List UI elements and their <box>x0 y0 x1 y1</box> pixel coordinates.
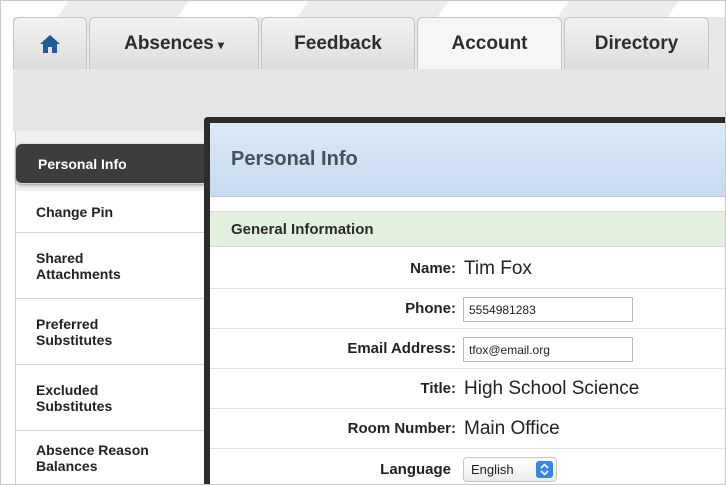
phone-field[interactable] <box>463 297 633 322</box>
sidebar-item-absence-reason-balances[interactable]: Absence Reason Balances <box>16 431 206 484</box>
email-label: Email Address: <box>347 340 456 357</box>
section-heading: General Information <box>210 211 725 247</box>
sidebar-item-preferred-substitutes[interactable]: Preferred Substitutes <box>16 299 206 365</box>
tab-absences[interactable]: Absences ▾ <box>89 17 259 69</box>
name-row: Name: Tim Fox <box>210 249 725 289</box>
language-row: Language English <box>210 449 725 484</box>
tab-feedback-label: Feedback <box>294 32 382 54</box>
sidebar-item-label: Absence Reason <box>36 442 149 458</box>
room-label: Room Number: <box>347 420 456 437</box>
language-select[interactable]: English <box>463 457 557 482</box>
sidebar-item-label: Substitutes <box>36 331 113 348</box>
sidebar-item-change-pin[interactable]: Change Pin <box>16 191 206 233</box>
tab-account-label: Account <box>451 32 528 54</box>
sidebar: Personal Info Change Pin Shared Attachme… <box>15 131 211 484</box>
room-row: Room Number: Main Office <box>210 409 725 449</box>
sidebar-item-label: Substitutes <box>36 397 113 414</box>
sidebar-item-label: Excluded <box>36 381 99 398</box>
title-value: High School Science <box>464 377 640 399</box>
email-row: Email Address: <box>210 329 725 369</box>
language-select-value: English <box>471 462 514 477</box>
home-icon <box>40 34 60 53</box>
name-value: Tim Fox <box>464 257 532 279</box>
sidebar-item-label: Personal Info <box>38 155 127 172</box>
language-label: Language <box>380 460 451 478</box>
email-field[interactable] <box>463 337 633 362</box>
sidebar-item-label: Attachments <box>36 265 121 282</box>
app-frame: Absences ▾ Feedback Account Directory Pe… <box>0 0 726 485</box>
sidebar-item-label: Balances <box>36 458 98 474</box>
sidebar-item-label: Preferred <box>36 315 99 332</box>
tab-directory[interactable]: Directory <box>564 17 709 69</box>
select-arrows-icon <box>536 461 553 478</box>
title-row: Title: High School Science <box>210 369 725 409</box>
room-value: Main Office <box>464 417 560 439</box>
panel-title: Personal Info <box>210 123 725 197</box>
sidebar-item-personal-info[interactable]: Personal Info <box>16 144 206 184</box>
sidebar-item-label: Shared <box>36 249 84 266</box>
phone-label: Phone: <box>405 300 456 317</box>
sidebar-item-excluded-substitutes[interactable]: Excluded Substitutes <box>16 365 206 431</box>
tab-account[interactable]: Account <box>417 17 562 69</box>
phone-row: Phone: <box>210 289 725 329</box>
sidebar-item-label: Change Pin <box>36 203 114 220</box>
personal-info-panel: Personal Info General Information Name: … <box>204 117 725 484</box>
name-label: Name: <box>410 260 456 277</box>
tab-absences-label: Absences <box>124 32 214 54</box>
tab-directory-label: Directory <box>594 32 679 54</box>
tab-feedback[interactable]: Feedback <box>261 17 415 69</box>
home-tab[interactable] <box>13 17 87 69</box>
chevron-down-icon: ▾ <box>217 37 224 52</box>
title-label: Title: <box>420 380 456 397</box>
sidebar-item-shared-attachments[interactable]: Shared Attachments <box>16 233 206 299</box>
